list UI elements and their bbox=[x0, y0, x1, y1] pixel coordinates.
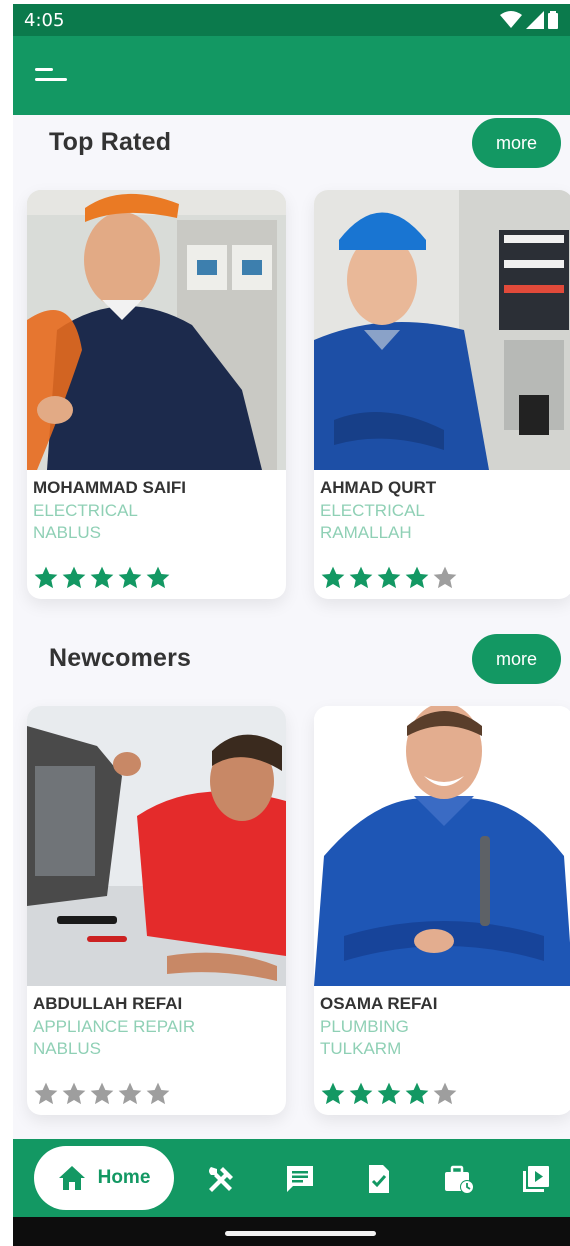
menu-icon-line-top bbox=[35, 68, 53, 71]
worker-name: ABDULLAH REFAI bbox=[33, 994, 183, 1013]
briefcase-clock-icon[interactable] bbox=[443, 1163, 475, 1195]
worker-category: APPLIANCE REPAIR bbox=[33, 1017, 196, 1036]
worker-card[interactable]: AHMAD QURT ELECTRICAL RAMALLAH bbox=[314, 190, 570, 599]
home-indicator[interactable] bbox=[225, 1231, 376, 1236]
battery-icon bbox=[548, 11, 558, 29]
star-filled-icon bbox=[377, 566, 401, 589]
worker-city: RAMALLAH bbox=[320, 523, 412, 542]
document-check-icon[interactable] bbox=[363, 1163, 395, 1195]
worker-photo bbox=[314, 190, 570, 470]
star-filled-icon bbox=[405, 1082, 429, 1105]
nav-tab-home[interactable]: Home bbox=[34, 1146, 174, 1210]
message-icon[interactable] bbox=[284, 1163, 316, 1195]
star-filled-icon bbox=[405, 566, 429, 589]
worker-photo bbox=[27, 706, 286, 986]
section-title-newcomers: Newcomers bbox=[41, 644, 191, 675]
status-time: 4:05 bbox=[24, 10, 65, 31]
star-filled-icon bbox=[377, 1082, 401, 1105]
worker-category: ELECTRICAL bbox=[33, 501, 138, 520]
worker-card[interactable]: OSAMA REFAI PLUMBING TULKARM bbox=[314, 706, 570, 1115]
worker-photo bbox=[27, 190, 286, 470]
star-empty-icon bbox=[433, 566, 457, 589]
tools-icon[interactable] bbox=[205, 1163, 237, 1195]
star-filled-icon bbox=[321, 1082, 345, 1105]
rating-stars bbox=[33, 1081, 171, 1107]
worker-name: OSAMA REFAI bbox=[320, 994, 438, 1013]
worker-card[interactable]: ABDULLAH REFAI APPLIANCE REPAIR NABLUS bbox=[27, 706, 286, 1115]
bottom-navigation: Home bbox=[13, 1139, 570, 1217]
nav-tab-home-label: Home bbox=[97, 1167, 151, 1188]
rating-stars bbox=[320, 1081, 458, 1107]
worker-category: ELECTRICAL bbox=[320, 501, 425, 520]
worker-name: AHMAD QURT bbox=[320, 478, 437, 497]
star-filled-icon bbox=[349, 1082, 373, 1105]
menu-icon-line-bottom bbox=[35, 78, 67, 81]
star-empty-icon bbox=[146, 1082, 170, 1105]
status-bar: 4:05 bbox=[13, 4, 570, 36]
star-filled-icon bbox=[321, 566, 345, 589]
star-empty-icon bbox=[34, 1082, 58, 1105]
section-title-top-rated: Top Rated bbox=[41, 128, 191, 159]
signal-icon bbox=[526, 11, 544, 29]
app-bar bbox=[13, 36, 570, 115]
star-empty-icon bbox=[90, 1082, 114, 1105]
worker-city: TULKARM bbox=[320, 1039, 402, 1058]
app-screen: 4:05 Top Rated more MOHAMMAD SAIFI ELECT… bbox=[13, 4, 570, 1246]
worker-card[interactable]: MOHAMMAD SAIFI ELECTRICAL NABLUS bbox=[27, 190, 286, 599]
rating-stars bbox=[33, 565, 171, 591]
home-icon bbox=[58, 1166, 85, 1190]
star-empty-icon bbox=[118, 1082, 142, 1105]
star-filled-icon bbox=[118, 566, 142, 589]
star-filled-icon bbox=[62, 566, 86, 589]
worker-city: NABLUS bbox=[33, 1039, 102, 1058]
menu-button[interactable] bbox=[31, 64, 71, 90]
top-rated-more-button[interactable]: more bbox=[472, 118, 561, 168]
star-filled-icon bbox=[34, 566, 58, 589]
star-empty-icon bbox=[433, 1082, 457, 1105]
system-navigation-bar bbox=[13, 1217, 570, 1246]
newcomers-more-button[interactable]: more bbox=[472, 634, 561, 684]
worker-category: PLUMBING bbox=[320, 1017, 409, 1036]
star-empty-icon bbox=[62, 1082, 86, 1105]
star-filled-icon bbox=[349, 566, 373, 589]
star-filled-icon bbox=[146, 566, 170, 589]
rating-stars bbox=[320, 565, 458, 591]
worker-name: MOHAMMAD SAIFI bbox=[33, 478, 186, 497]
star-filled-icon bbox=[90, 566, 114, 589]
worker-city: NABLUS bbox=[33, 523, 102, 542]
worker-photo bbox=[314, 706, 570, 986]
status-icons bbox=[500, 11, 558, 29]
wifi-icon bbox=[500, 11, 522, 28]
video-library-icon[interactable] bbox=[520, 1163, 552, 1195]
